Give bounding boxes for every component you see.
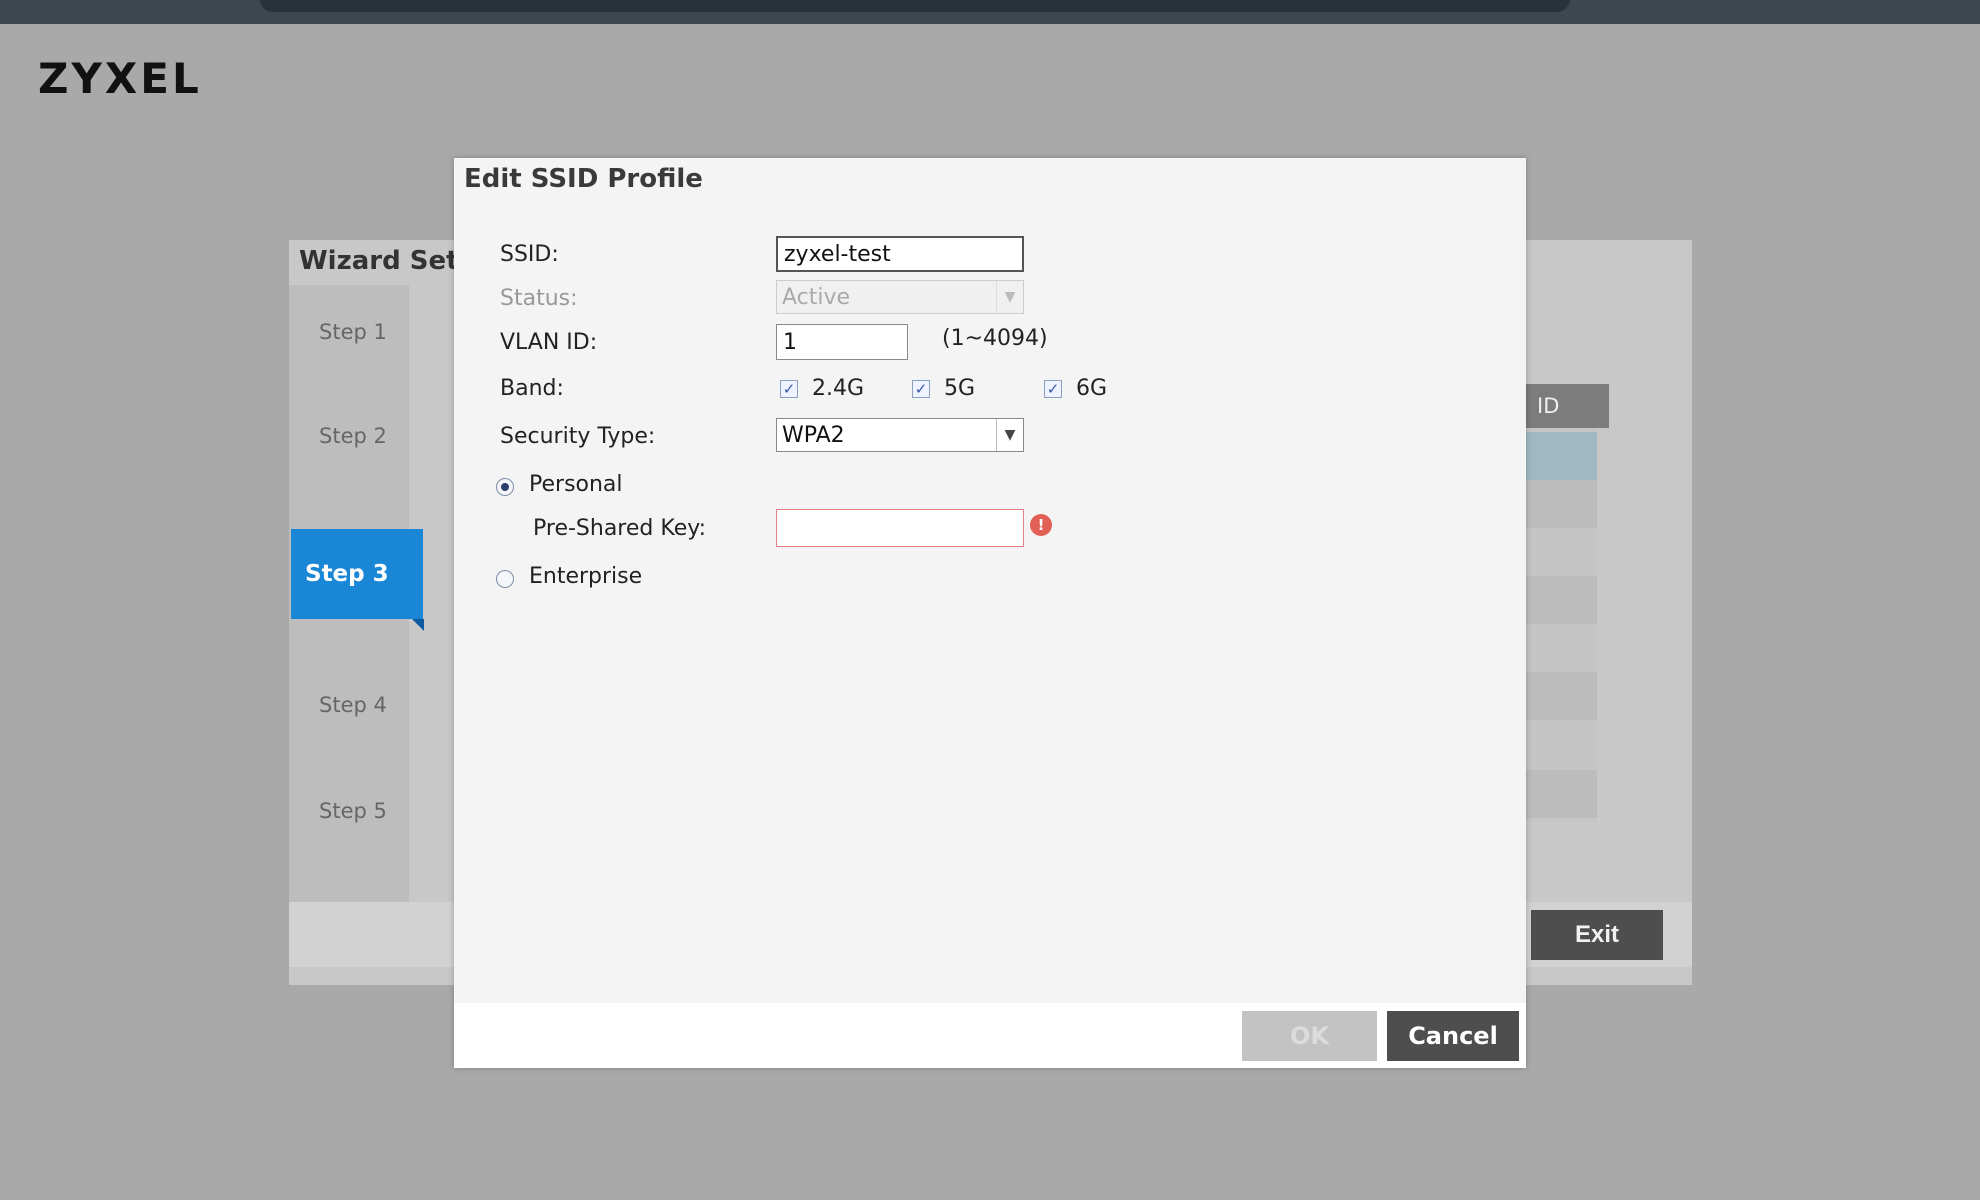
active-step-marker (412, 619, 424, 631)
browser-top-bar (0, 0, 1980, 24)
chevron-down-icon[interactable]: ▼ (996, 419, 1023, 451)
security-type-select[interactable]: WPA2 ▼ (776, 418, 1024, 452)
band-label: Band: (500, 376, 564, 401)
table-column-header: ID (1525, 384, 1609, 428)
vlan-id-input[interactable] (776, 324, 908, 360)
band-2-4g-label: 2.4G (812, 376, 865, 401)
warning-icon: ! (1030, 514, 1052, 536)
pre-shared-key-label: Pre-Shared Key: (533, 516, 707, 541)
table-row[interactable] (1525, 576, 1597, 624)
ok-button[interactable]: OK (1242, 1011, 1377, 1061)
cancel-button[interactable]: Cancel (1387, 1011, 1519, 1061)
personal-radio[interactable] (496, 478, 514, 496)
pre-shared-key-input[interactable] (776, 509, 1024, 547)
wizard-title: Wizard Sett (299, 246, 471, 276)
table-row[interactable] (1525, 770, 1597, 818)
wizard-step-1[interactable]: Step 1 (319, 320, 387, 344)
status-label: Status: (500, 286, 578, 311)
security-type-label: Security Type: (500, 424, 656, 449)
ssid-label: SSID: (500, 242, 559, 267)
enterprise-radio[interactable] (496, 570, 514, 588)
table-row-selected[interactable] (1525, 432, 1597, 480)
status-select-value: Active (782, 284, 851, 310)
wizard-step-5[interactable]: Step 5 (319, 799, 387, 823)
table-row[interactable] (1525, 672, 1597, 720)
chevron-down-icon: ▼ (996, 281, 1023, 313)
enterprise-label: Enterprise (529, 564, 643, 589)
table-row[interactable] (1525, 480, 1597, 528)
wizard-step-2[interactable]: Step 2 (319, 424, 387, 448)
band-6g-checkbox[interactable]: ✓ (1044, 380, 1062, 398)
personal-label: Personal (529, 472, 623, 497)
band-6g-label: 6G (1076, 376, 1108, 401)
ssid-input[interactable] (776, 236, 1024, 272)
status-select: Active ▼ (776, 280, 1024, 314)
checkmark-icon: ✓ (914, 379, 928, 398)
wizard-step-4[interactable]: Step 4 (319, 693, 387, 717)
checkmark-icon: ✓ (1046, 379, 1060, 398)
wizard-step-3-active[interactable]: Step 3 (291, 529, 423, 619)
security-type-value: WPA2 (782, 422, 845, 448)
checkmark-icon: ✓ (782, 379, 796, 398)
vlan-range-hint: (1~4094) (942, 326, 1048, 351)
band-5g-checkbox[interactable]: ✓ (912, 380, 930, 398)
brand-logo: ZYXEL (38, 54, 202, 103)
browser-tab-strip (260, 0, 1570, 12)
vlan-id-label: VLAN ID: (500, 330, 598, 355)
band-5g-label: 5G (944, 376, 976, 401)
edit-ssid-dialog: Edit SSID Profile SSID: Status: Active ▼… (454, 158, 1526, 1068)
dialog-title: Edit SSID Profile (464, 164, 703, 194)
exit-button[interactable]: Exit (1531, 910, 1663, 960)
band-2-4g-checkbox[interactable]: ✓ (780, 380, 798, 398)
